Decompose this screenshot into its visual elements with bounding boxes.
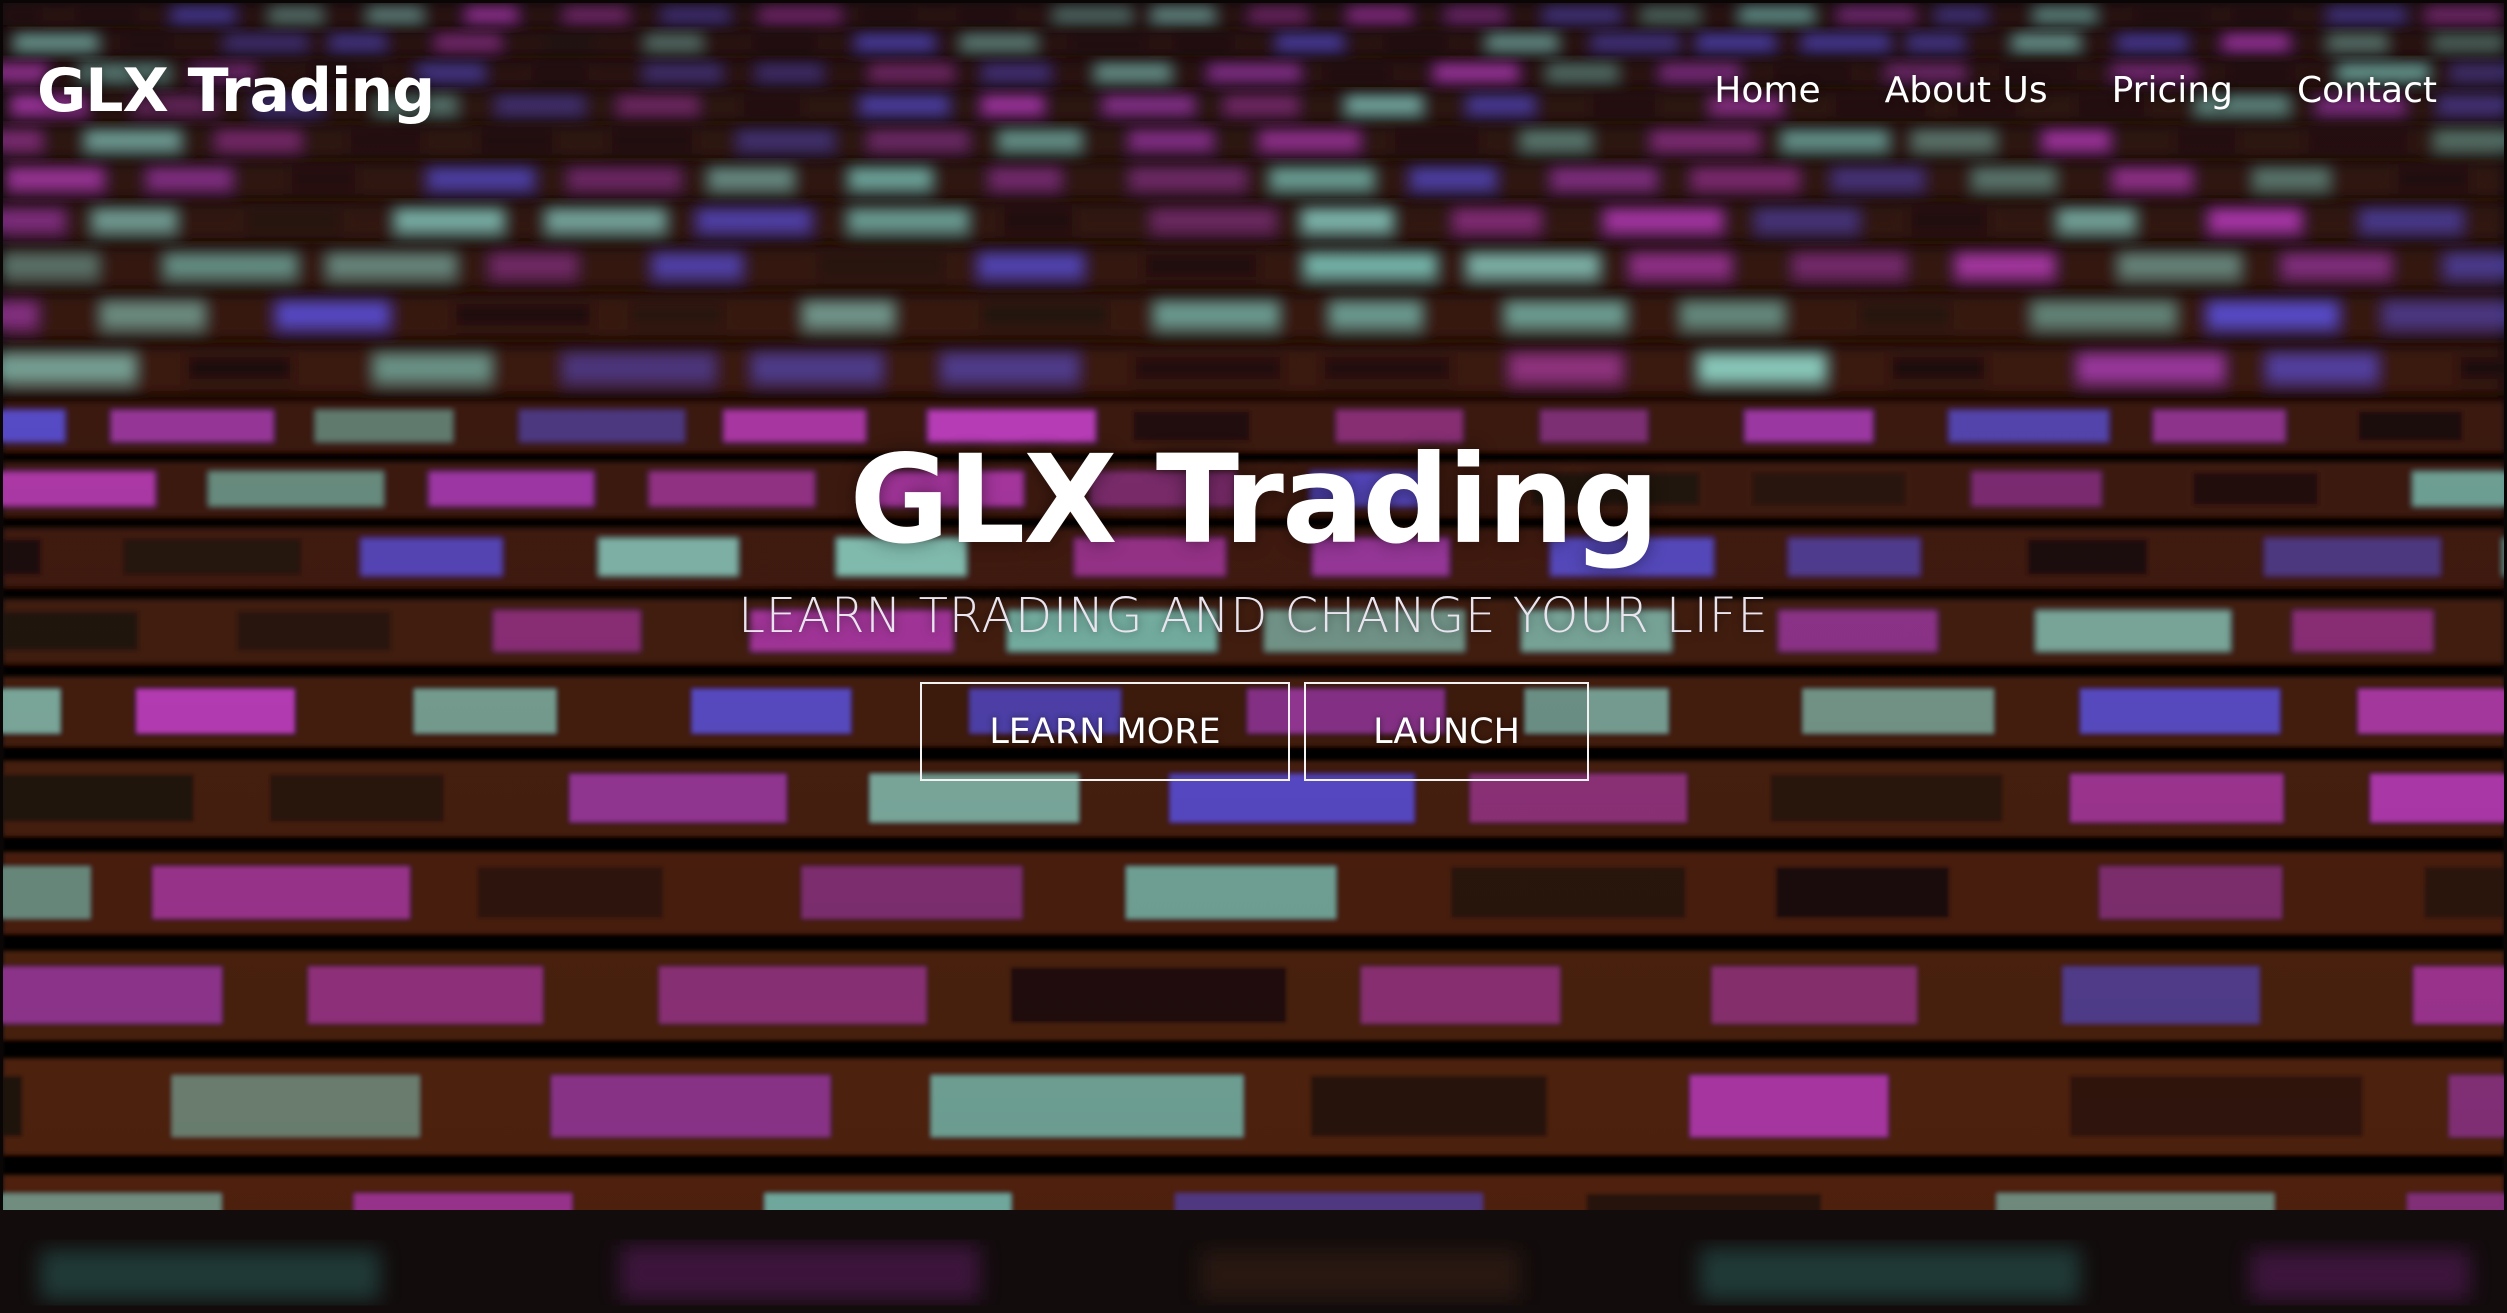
- landing-page: GLX Trading Home About Us Pricing Contac…: [0, 0, 2507, 1313]
- learn-more-button[interactable]: LEARN MORE: [920, 682, 1290, 781]
- nav-link-contact[interactable]: Contact: [2297, 70, 2437, 111]
- launch-button[interactable]: LAUNCH: [1304, 682, 1589, 781]
- main-nav: Home About Us Pricing Contact: [1714, 70, 2437, 111]
- next-section-strip: [0, 1210, 2507, 1313]
- hero-subtitle: LEARN TRADING AND CHANGE YOUR LIFE: [738, 588, 1769, 644]
- bottom-ticker-strip: [0, 1210, 2507, 1313]
- hero-title: GLX Trading: [849, 429, 1659, 571]
- top-navbar: GLX Trading Home About Us Pricing Contac…: [0, 0, 2507, 190]
- hero-buttons: LEARN MORE LAUNCH: [0, 682, 2507, 781]
- nav-link-about-us[interactable]: About Us: [1885, 70, 2048, 111]
- nav-link-pricing[interactable]: Pricing: [2112, 70, 2233, 111]
- nav-link-home[interactable]: Home: [1714, 70, 1820, 111]
- site-logo[interactable]: GLX Trading: [37, 56, 435, 126]
- hero-section: GLX Trading LEARN TRADING AND CHANGE YOU…: [0, 420, 2507, 781]
